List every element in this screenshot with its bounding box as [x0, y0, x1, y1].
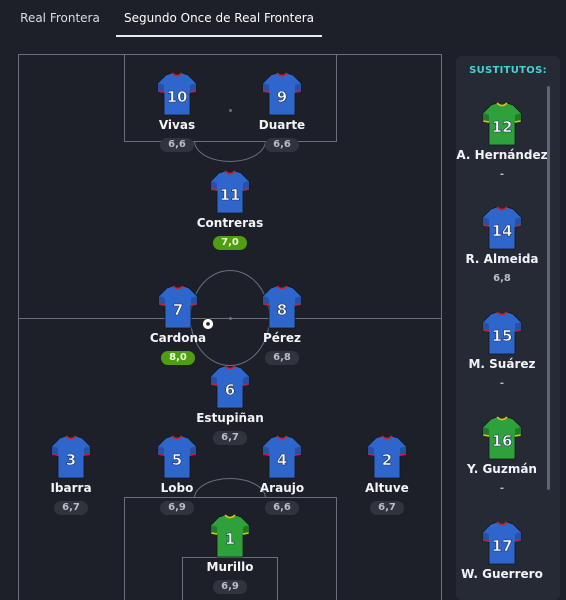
- player-rating: 6,9: [213, 580, 247, 594]
- substitute-name: R. Almeida: [465, 252, 539, 266]
- player-name: Vivas: [158, 118, 196, 132]
- substitute-r-almeida[interactable]: 14 R. Almeida 6,8: [456, 206, 554, 286]
- shirt-icon: 6: [178, 365, 282, 409]
- shirt-icon: 5: [125, 435, 229, 479]
- player-name: Araujo: [259, 481, 305, 495]
- tab-segundo-once[interactable]: Segundo Once de Real Frontera: [116, 0, 322, 37]
- player-name: Altuve: [365, 481, 409, 495]
- svg-text:10: 10: [167, 88, 188, 106]
- svg-text:9: 9: [277, 88, 287, 106]
- substitute-name: Y. Guzmán: [467, 462, 537, 476]
- shirt-icon: 1: [178, 514, 282, 558]
- svg-text:2: 2: [382, 451, 392, 469]
- player-duarte[interactable]: 9 Duarte 6,6: [230, 72, 334, 152]
- shirt-icon: 7: [126, 285, 230, 329]
- shirt-icon: 15: [456, 311, 554, 355]
- player-contreras[interactable]: 11 Contreras 7,0: [178, 170, 282, 250]
- player-rating: 6,6: [265, 501, 299, 515]
- shirt-icon: 12: [456, 102, 554, 146]
- substitute-rating: -: [499, 378, 505, 389]
- shirt-icon: 10: [125, 72, 229, 116]
- substitute-rating: -: [499, 169, 505, 180]
- svg-text:4: 4: [277, 451, 287, 469]
- svg-text:11: 11: [220, 186, 241, 204]
- shirt-icon: 4: [230, 435, 334, 479]
- tab-real-frontera[interactable]: Real Frontera: [10, 0, 110, 36]
- player-rating: 8,0: [161, 351, 195, 365]
- shirt-icon: 9: [230, 72, 334, 116]
- svg-text:15: 15: [492, 327, 513, 345]
- player-rating: 6,7: [54, 501, 88, 515]
- player-araujo[interactable]: 4 Araujo 6,6: [230, 435, 334, 515]
- svg-text:8: 8: [277, 301, 287, 319]
- svg-text:5: 5: [172, 451, 182, 469]
- svg-text:14: 14: [492, 222, 513, 240]
- player-name: Murillo: [206, 560, 254, 574]
- svg-text:12: 12: [492, 118, 513, 136]
- player-rating: 6,8: [265, 351, 299, 365]
- svg-text:6: 6: [225, 381, 235, 399]
- player-name: Pérez: [263, 331, 301, 345]
- substitute-a-hernandez[interactable]: 12 A. Hernández -: [456, 102, 554, 182]
- substitute-w-guerrero[interactable]: 17 W. Guerrero: [456, 521, 554, 600]
- player-vivas[interactable]: 10 Vivas 6,6: [125, 72, 229, 152]
- player-perez[interactable]: 8 Pérez 6,8: [230, 285, 334, 365]
- substitute-rating: -: [499, 483, 505, 494]
- player-rating: 6,9: [160, 501, 194, 515]
- player-altuve[interactable]: 2 Altuve 6,7: [335, 435, 439, 515]
- substitute-name: M. Suárez: [468, 357, 536, 371]
- substitutes-title: SUSTITUTOS:: [469, 65, 547, 76]
- shirt-icon: 8: [230, 285, 334, 329]
- shirt-icon: 3: [19, 435, 123, 479]
- player-murillo[interactable]: 1 Murillo 6,9: [178, 514, 282, 594]
- shirt-icon: 14: [456, 206, 554, 250]
- player-lobo[interactable]: 5 Lobo 6,9: [125, 435, 229, 515]
- player-rating: 6,7: [370, 501, 404, 515]
- player-rating: 7,0: [213, 236, 247, 250]
- player-estupinan[interactable]: 6 Estupiñan 6,7: [178, 365, 282, 445]
- substitutes-panel: SUSTITUTOS: 12 A. Hernández - 14 R. Alme…: [456, 56, 560, 600]
- svg-text:1: 1: [225, 530, 235, 548]
- substitute-m-suarez[interactable]: 15 M. Suárez -: [456, 311, 554, 391]
- substitute-rating: [485, 585, 519, 599]
- player-name: Ibarra: [50, 481, 92, 495]
- player-rating: 6,6: [160, 138, 194, 152]
- player-name: Contreras: [196, 216, 264, 230]
- player-cardona[interactable]: 7 Cardona 8,0: [126, 285, 230, 365]
- svg-text:16: 16: [492, 432, 513, 450]
- player-name: Estupiñan: [196, 411, 264, 425]
- svg-text:3: 3: [66, 451, 76, 469]
- goal-ball-icon: [202, 315, 214, 330]
- shirt-icon: 16: [456, 416, 554, 460]
- team-tabs: Real Frontera Segundo Once de Real Front…: [0, 0, 566, 38]
- substitute-name: W. Guerrero: [461, 567, 543, 581]
- player-name: Lobo: [160, 481, 194, 495]
- player-ibarra[interactable]: 3 Ibarra 6,7: [19, 435, 123, 515]
- substitute-name: A. Hernández: [456, 148, 548, 162]
- svg-text:17: 17: [492, 537, 513, 555]
- player-name: Duarte: [258, 118, 306, 132]
- svg-text:7: 7: [173, 301, 183, 319]
- substitutes-scrollbar[interactable]: [547, 86, 550, 490]
- player-name: Cardona: [149, 331, 207, 345]
- substitute-y-guzman[interactable]: 16 Y. Guzmán -: [456, 416, 554, 496]
- shirt-icon: 17: [456, 521, 554, 565]
- player-rating: 6,6: [265, 138, 299, 152]
- shirt-icon: 2: [335, 435, 439, 479]
- shirt-icon: 11: [178, 170, 282, 214]
- substitute-rating: 6,8: [493, 273, 511, 284]
